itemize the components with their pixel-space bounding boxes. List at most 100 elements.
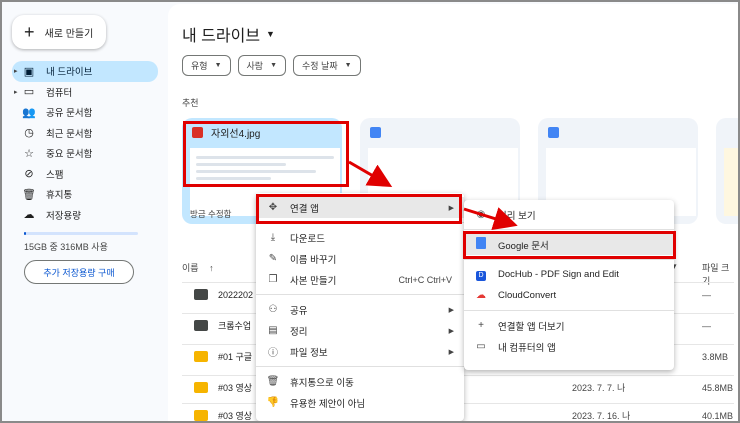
copy-icon: ❐ [268,274,278,285]
sidebar-item-label: 휴지통 [46,190,73,202]
menu-item-open-with[interactable]: ✥ 연결 앱 ▶ [256,197,464,218]
doc-file-icon [548,126,559,138]
new-button[interactable]: + 새로 만들기 [12,15,106,49]
menu-item-preview[interactable]: ◉ 미리 보기 [464,204,674,225]
card-header [360,118,520,146]
card-header: 자외선4.jpg [182,118,342,146]
chip-label: 사람 [246,61,264,71]
submenu-arrow-icon: ▶ [448,204,454,212]
sidebar-item-recent[interactable]: ◷ 최근 문서함 [12,123,158,144]
expand-caret-icon[interactable]: ▸ [14,88,18,96]
menu-divider [256,294,464,295]
doc-file-icon [370,126,381,138]
plus-icon: + [478,320,484,331]
sidebar-item-my-drive[interactable]: ▸ ▣ 내 드라이브 [12,61,158,82]
chevron-down-icon: ▼ [214,62,222,69]
slides-file-icon [194,410,208,421]
menu-item-label: DocHub - PDF Sign and Edit [498,269,619,280]
info-icon: ⓘ [268,348,278,359]
row-name: 2022202 [218,289,254,300]
expand-caret-icon[interactable]: ▸ [14,67,18,75]
drive-window: + 새로 만들기 ▸ ▣ 내 드라이브 ▸ ▭ 컴퓨터 👥 공유 문서함 ◷ 최… [0,0,740,423]
sidebar-item-spam[interactable]: ⊘ 스팸 [12,164,158,185]
row-size: 40.1MB [702,410,734,421]
menu-item-dochub[interactable]: D DocHub - PDF Sign and Edit [464,264,674,285]
slides-file-icon [194,382,208,393]
filter-type[interactable]: 유형 ▼ [182,55,231,76]
menu-item-label: 미리 보기 [498,210,536,222]
sidebar-item-label: 저장용량 [46,210,81,222]
computer-icon: ▭ [476,341,486,352]
sidebar-item-label: 공유 문서함 [46,108,93,120]
spam-icon: ⊘ [24,168,34,181]
open-with-submenu: ◉ 미리 보기 Google 문서 D DocHub - PDF Sign an… [464,200,674,370]
download-icon: ⤓ [270,232,276,243]
card-file-name: 자외선4.jpg [211,128,261,140]
menu-item-label: 파일 정보 [290,347,328,359]
menu-item-share[interactable]: ⚇ 공유 ▶ [256,299,464,320]
menu-item-trash[interactable]: 🗑 휴지통으로 이동 [256,371,464,392]
sidebar-item-storage[interactable]: ☁ 저장용량 [12,205,158,226]
row-date: 2023. 7. 7. 나 [572,383,626,393]
cloud-icon: ☁ [23,209,35,222]
row-name: #03 영상 [218,383,253,393]
menu-divider [256,222,464,223]
menu-item-not-helpful[interactable]: 👎 유용한 제안이 아님 [256,392,464,413]
sidebar-nav: ▸ ▣ 내 드라이브 ▸ ▭ 컴퓨터 👥 공유 문서함 ◷ 최근 문서함 ☆ 중… [12,61,158,225]
menu-item-label: Google 문서 [498,240,549,252]
row-size: 3.8MB [702,351,729,362]
trash-icon: 🗑 [266,376,280,387]
submenu-arrow-icon: ▶ [448,348,454,356]
slides-file-icon [194,351,208,362]
page-title[interactable]: 내 드라이브 ▼ [182,22,275,46]
filter-people[interactable]: 사람 ▼ [237,55,286,76]
share-icon: ⚇ [268,304,278,315]
filter-modified[interactable]: 수정 날짜 ▼ [293,55,361,76]
menu-item-organize[interactable]: ▤ 정리 ▶ [256,320,464,341]
storage-bar-fill [24,232,27,235]
menu-item-google-docs[interactable]: Google 문서 [464,234,674,255]
chip-label: 수정 날짜 [302,61,338,71]
buy-storage-button[interactable]: 추가 저장용량 구매 [24,260,134,284]
plus-icon: + [24,22,35,42]
suggested-file-card[interactable] [716,118,738,224]
page-title-label: 내 드라이브 [182,28,261,45]
sidebar-item-shared[interactable]: 👥 공유 문서함 [12,102,158,123]
folder-icon [194,320,208,331]
row-size: — [702,289,711,300]
menu-item-label: 연결할 앱 더보기 [498,321,565,333]
filter-chips: 유형 ▼ 사람 ▼ 수정 날짜 ▼ [182,55,361,76]
menu-item-make-copy[interactable]: ❐ 사본 만들기 Ctrl+C Ctrl+V [256,269,464,290]
row-size: 45.8MB [702,382,734,393]
menu-item-more-apps[interactable]: + 연결할 앱 더보기 [464,315,674,336]
suggested-label: 추천 [182,98,199,108]
menu-item-label: 공유 [290,305,308,317]
shared-icon: 👥 [22,106,36,119]
menu-divider [464,229,674,230]
sidebar-item-computers[interactable]: ▸ ▭ 컴퓨터 [12,82,158,103]
menu-item-label: 사본 만들기 [290,275,337,287]
menu-divider [464,310,674,311]
google-docs-icon [474,237,488,252]
menu-item-download[interactable]: ⤓ 다운로드 [256,227,464,248]
sidebar-item-trash[interactable]: 🗑 휴지통 [12,184,158,205]
organize-icon: ▤ [268,325,278,336]
card-thumbnail [724,148,738,216]
submenu-arrow-icon: ▶ [448,327,454,335]
sidebar-item-starred[interactable]: ☆ 중요 문서함 [12,143,158,164]
context-menu: ✥ 연결 앱 ▶ ⤓ 다운로드 ✎ 이름 바꾸기 ❐ 사본 만들기 Ctrl+C… [256,193,464,421]
sort-arrow-icon[interactable]: ↑ [209,263,214,273]
menu-item-computer-apps[interactable]: ▭ 내 컴퓨터의 앱 [464,336,674,357]
rename-icon: ✎ [268,253,278,264]
chevron-down-icon: ▼ [344,62,352,69]
submenu-arrow-icon: ▶ [448,306,454,314]
clock-icon: ◷ [24,127,34,140]
menu-item-rename[interactable]: ✎ 이름 바꾸기 [256,248,464,269]
menu-item-cloudconvert[interactable]: ☁ CloudConvert [464,285,674,306]
menu-item-file-info[interactable]: ⓘ 파일 정보 ▶ [256,341,464,362]
column-name-header[interactable]: 이름 ↑ [182,261,214,274]
row-date: 2023. 7. 16. 나 [572,411,631,421]
sidebar-item-label: 스팸 [46,169,64,181]
preview-icon: ◉ [476,209,486,220]
menu-item-label: 연결 앱 [290,203,319,215]
